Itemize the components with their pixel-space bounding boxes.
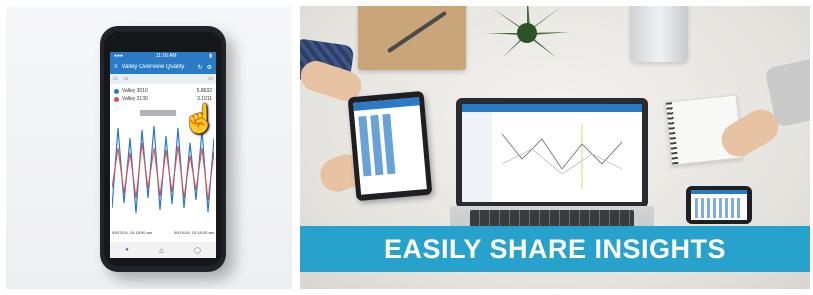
legend-value: 5.8632	[196, 88, 212, 94]
plant-image	[487, 6, 570, 58]
series-line-red	[112, 142, 214, 201]
app-title: Valley Overview Quality	[121, 64, 185, 70]
settings-icon[interactable]: ⚙	[207, 64, 212, 71]
phone-app-screen: ●●● 11:16 AM ▮ ≡ Valley Overview Quality…	[110, 52, 216, 258]
laptop-device	[456, 98, 648, 208]
nav-logo-icon[interactable]: ●	[125, 247, 129, 253]
pen-holder-image	[630, 6, 688, 62]
legend-dot	[114, 96, 119, 102]
tab-1[interactable]: ▭	[113, 76, 118, 82]
nav-warning-icon[interactable]: △	[159, 247, 164, 254]
time-end: 09/19/19, 10:18:00 am	[173, 230, 214, 235]
headline-banner: EASILY SHARE INSIGHTS	[300, 226, 810, 272]
smartphone: ●●● 11:16 AM ▮ ≡ Valley Overview Quality…	[100, 26, 226, 272]
desk-photo: EASILY SHARE INSIGHTS	[300, 6, 810, 289]
nav-circle-icon[interactable]: ◯	[194, 247, 201, 254]
phone-product-photo: ●●● 11:16 AM ▮ ≡ Valley Overview Quality…	[6, 6, 292, 289]
refresh-icon[interactable]: ↻	[198, 64, 203, 71]
bottom-nav: ● △ ◯	[110, 242, 216, 258]
tab-bar: ▭ ▭ ▭	[110, 74, 216, 84]
tablet-device	[347, 90, 433, 202]
status-time: 11:16 AM	[155, 53, 177, 59]
legend-label: Valley 3130	[122, 96, 148, 102]
phone-device	[686, 186, 752, 224]
tab-2[interactable]: ▭	[124, 76, 129, 82]
app-header: ≡ Valley Overview Quality ↻ ⚙	[110, 60, 216, 74]
legend-dot	[114, 88, 119, 94]
status-bar: ●●● 11:16 AM ▮	[110, 52, 216, 60]
legend-label: Valley 3010	[122, 88, 148, 94]
tooltip-bar	[140, 110, 176, 116]
menu-icon[interactable]: ≡	[114, 64, 118, 70]
banner-text: EASILY SHARE INSIGHTS	[383, 233, 727, 264]
legend-item: Valley 3010 5.8632	[114, 87, 212, 95]
time-range: 09/13/19, 10:18:00 am 09/19/19, 10:18:00…	[112, 230, 214, 235]
tab-3[interactable]: ▭	[208, 76, 213, 82]
notepad-image	[358, 6, 466, 70]
hand-pointer-icon: ☝	[182, 103, 217, 134]
time-start: 09/13/19, 10:18:00 am	[112, 230, 153, 235]
